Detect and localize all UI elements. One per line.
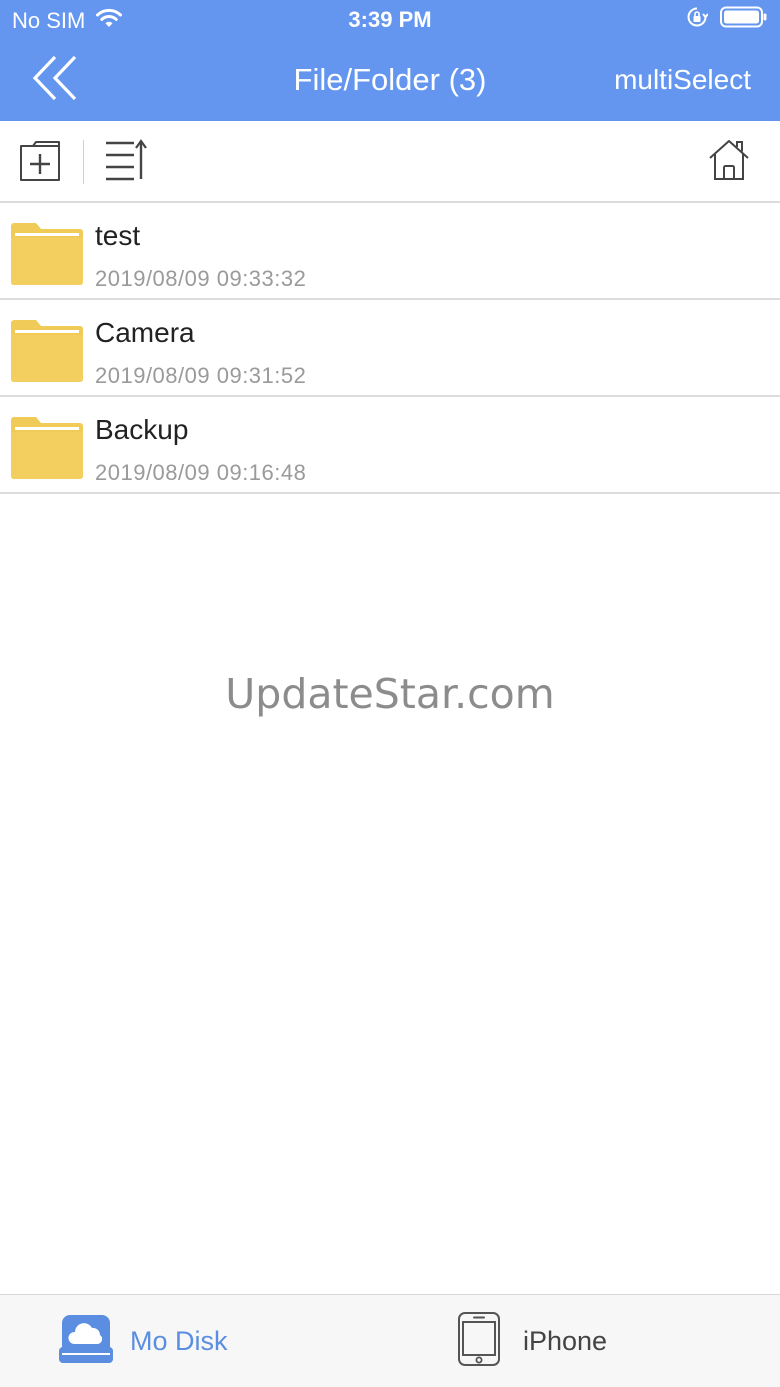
screen: No SIM 3:39 PM File/Folder (3) multiSele… [0,0,780,1387]
list-item[interactable]: Backup 2019/08/09 09:16:48 [0,397,780,494]
status-time: 3:39 PM [348,7,432,32]
toolbar-divider [83,140,84,184]
cloud-disk-icon [58,1313,114,1370]
watermark: UpdateStar.com [225,670,555,718]
tab-iphone[interactable]: iPhone [457,1295,607,1387]
folder-icon [10,223,84,285]
folder-icon [10,417,84,479]
tab-label: Mo Disk [130,1326,228,1356]
nav-bar: File/Folder (3) multiSelect [0,40,780,121]
file-list: test 2019/08/09 09:33:32 Camera 2019/08/… [0,203,780,494]
item-name: test [95,220,141,251]
status-right [686,6,768,34]
sort-button[interactable] [103,138,149,188]
tab-mo-disk[interactable]: Mo Disk [58,1295,228,1387]
toolbar [0,121,780,203]
item-name: Camera [95,317,195,348]
orientation-lock-icon [686,6,709,34]
item-date: 2019/08/09 09:31:52 [95,363,307,388]
multiselect-button[interactable]: multiSelect [614,64,751,96]
list-item[interactable]: Camera 2019/08/09 09:31:52 [0,300,780,397]
item-date: 2019/08/09 09:33:32 [95,266,307,291]
new-folder-icon [19,140,63,187]
list-item[interactable]: test 2019/08/09 09:33:32 [0,203,780,300]
item-name: Backup [95,414,189,445]
tab-bar: Mo Disk iPhone [0,1294,780,1387]
folder-icon [10,320,84,382]
item-date: 2019/08/09 09:16:48 [95,460,307,485]
sort-list-icon [104,138,148,188]
battery-icon [720,6,768,34]
home-button[interactable] [704,139,754,185]
status-bar: No SIM 3:39 PM [0,0,780,40]
iphone-icon [457,1311,501,1372]
header: No SIM 3:39 PM File/Folder (3) multiSele… [0,0,780,121]
tab-label: iPhone [523,1326,608,1356]
home-icon [707,138,751,187]
new-folder-button[interactable] [18,140,64,186]
